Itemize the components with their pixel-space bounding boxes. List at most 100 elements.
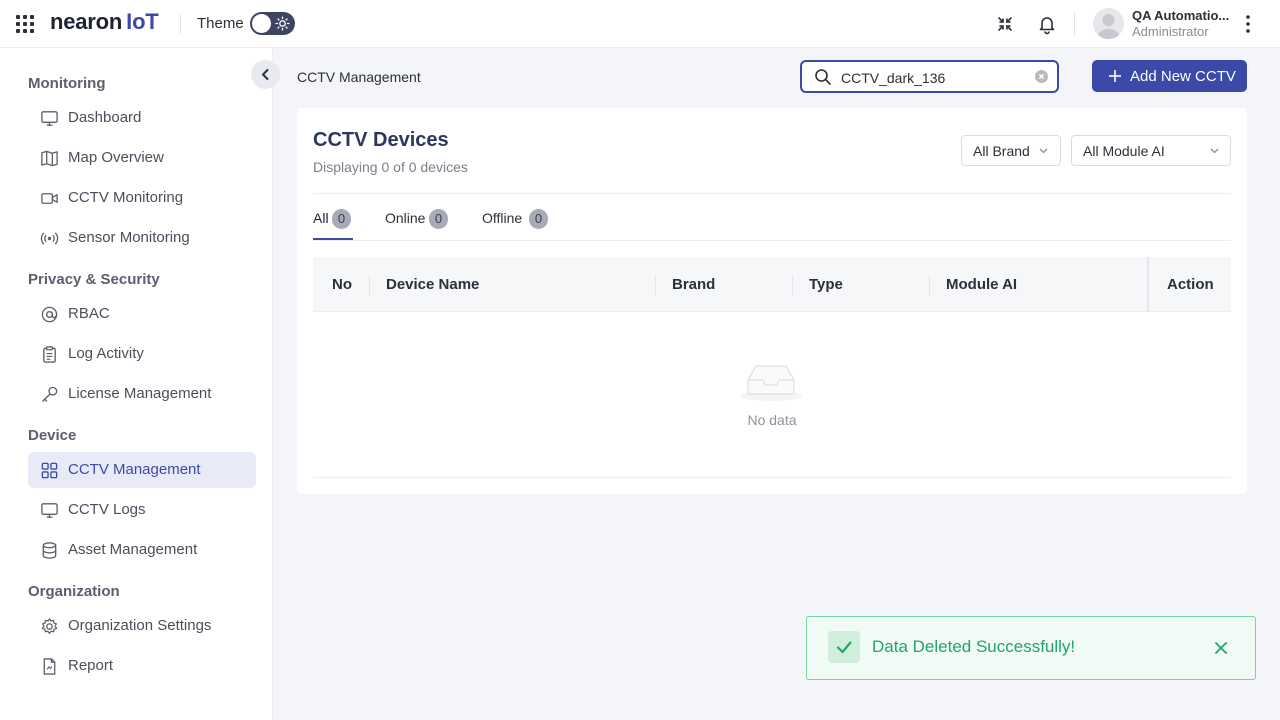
section-title-privacy-security: Privacy & Security — [28, 271, 160, 288]
divider — [313, 193, 1231, 194]
sidebar-item-cctv-management[interactable]: CCTV Management — [28, 452, 256, 488]
sidebar-item-label: CCTV Management — [68, 461, 201, 478]
page-title: CCTV Management — [297, 69, 421, 85]
header-divider — [1074, 12, 1075, 36]
brand-filter-select[interactable]: All Brand — [961, 135, 1061, 166]
sidebar-item-organization-settings[interactable]: Organization Settings — [28, 608, 256, 644]
theme-label: Theme — [197, 15, 244, 32]
column-header-action: Action — [1167, 276, 1214, 293]
section-title-monitoring: Monitoring — [28, 75, 106, 92]
tab-label: All — [313, 210, 329, 226]
apps-grid-icon — [41, 462, 58, 479]
sticky-column-border — [1147, 257, 1149, 312]
sidebar-item-dashboard[interactable]: Dashboard — [28, 100, 256, 136]
sidebar-item-license-management[interactable]: License Management — [28, 376, 256, 412]
sidebar-item-label: Report — [68, 657, 114, 674]
at-sign-icon — [41, 306, 58, 323]
chevron-left-icon — [262, 69, 269, 80]
section-title-device: Device — [28, 427, 77, 444]
sidebar-item-cctv-monitoring[interactable]: CCTV Monitoring — [28, 180, 256, 216]
sidebar-item-label: Log Activity — [68, 345, 144, 362]
tab-count-badge: 0 — [529, 209, 548, 229]
sidebar-item-report[interactable]: Report — [28, 648, 256, 684]
check-icon — [828, 631, 860, 663]
monitor-icon — [41, 111, 58, 126]
tab-label: Online — [385, 210, 426, 226]
empty-inbox-icon — [740, 365, 802, 401]
chevron-down-icon — [1210, 148, 1219, 154]
sidebar-item-label: CCTV Logs — [68, 501, 146, 518]
sidebar-item-asset-management[interactable]: Asset Management — [28, 532, 256, 568]
search-input[interactable] — [841, 68, 1027, 88]
active-tab-indicator — [313, 238, 353, 240]
device-count-text: Displaying 0 of 0 devices — [313, 159, 468, 175]
column-header-module-ai: Module AI — [946, 276, 1018, 293]
header-divider — [180, 14, 181, 34]
sidebar-collapse-button[interactable] — [251, 60, 280, 89]
close-icon[interactable] — [1213, 640, 1229, 656]
sidebar-item-cctv-logs[interactable]: CCTV Logs — [28, 492, 256, 528]
table-bottom-border — [313, 477, 1231, 478]
user-silhouette-icon — [1097, 14, 1120, 39]
search-icon — [815, 69, 831, 85]
sidebar-item-log-activity[interactable]: Log Activity — [28, 336, 256, 372]
module-ai-filter-select[interactable]: All Module AI — [1071, 135, 1231, 166]
sidebar-item-label: License Management — [68, 385, 212, 402]
sidebar-item-label: Map Overview — [68, 149, 164, 166]
video-camera-icon — [41, 193, 58, 204]
sidebar-item-sensor-monitoring[interactable]: Sensor Monitoring — [28, 220, 256, 256]
sidebar-item-label: Asset Management — [68, 541, 198, 558]
tab-offline[interactable]: Offline 0 — [482, 209, 552, 240]
add-new-cctv-button[interactable]: Add New CCTV — [1092, 60, 1247, 92]
add-button-label: Add New CCTV — [1130, 68, 1236, 85]
avatar[interactable] — [1093, 8, 1124, 39]
success-toast: Data Deleted Successfully! — [806, 616, 1256, 680]
clear-search-icon[interactable] — [1035, 70, 1048, 83]
sun-icon — [275, 16, 290, 31]
top-header: nearon IoT Theme QA Automatio... Adminis… — [0, 0, 1280, 48]
column-header-no: No — [332, 276, 352, 293]
section-title-organization: Organization — [28, 583, 120, 600]
brand-logo: nearon IoT — [50, 9, 159, 34]
user-role: Administrator — [1132, 24, 1209, 39]
theme-toggle[interactable] — [250, 12, 295, 35]
app-grid-icon[interactable] — [16, 15, 34, 33]
brand-filter-value: All Brand — [973, 143, 1030, 159]
card-title: CCTV Devices — [313, 129, 449, 151]
column-separator — [929, 275, 930, 295]
module-ai-filter-value: All Module AI — [1083, 143, 1165, 159]
more-options-icon[interactable] — [1238, 13, 1258, 35]
key-icon — [42, 386, 58, 402]
sidebar-item-rbac[interactable]: RBAC — [28, 296, 256, 332]
toggle-knob — [252, 14, 271, 33]
user-name: QA Automatio... — [1132, 8, 1230, 23]
search-field[interactable] — [800, 60, 1059, 93]
sidebar-item-map-overview[interactable]: Map Overview — [28, 140, 256, 176]
document-icon — [43, 658, 56, 675]
plus-icon — [1109, 70, 1121, 82]
tab-count-badge: 0 — [332, 209, 351, 229]
database-icon — [42, 542, 57, 559]
column-separator — [792, 275, 793, 295]
column-separator — [655, 275, 656, 295]
toast-message: Data Deleted Successfully! — [872, 637, 1076, 656]
sidebar-item-label: CCTV Monitoring — [68, 189, 184, 206]
sidebar-item-label: Dashboard — [68, 109, 142, 126]
tab-all[interactable]: All 0 — [313, 209, 353, 240]
chevron-down-icon — [1039, 148, 1048, 154]
column-header-type: Type — [809, 276, 843, 293]
sidebar-item-label: Organization Settings — [68, 617, 212, 634]
broadcast-icon — [40, 232, 59, 245]
tabs-divider — [313, 240, 1231, 241]
fullscreen-exit-icon[interactable] — [994, 13, 1016, 35]
tab-online[interactable]: Online 0 — [385, 209, 451, 240]
empty-state-text: No data — [747, 412, 797, 428]
monitor-icon — [41, 503, 58, 518]
bell-icon[interactable] — [1036, 13, 1058, 35]
sidebar-item-label: Sensor Monitoring — [68, 229, 190, 246]
column-header-brand: Brand — [672, 276, 716, 293]
sidebar-item-label: RBAC — [68, 305, 110, 322]
column-separator — [369, 275, 370, 295]
tab-label: Offline — [482, 210, 523, 226]
tab-count-badge: 0 — [429, 209, 448, 229]
